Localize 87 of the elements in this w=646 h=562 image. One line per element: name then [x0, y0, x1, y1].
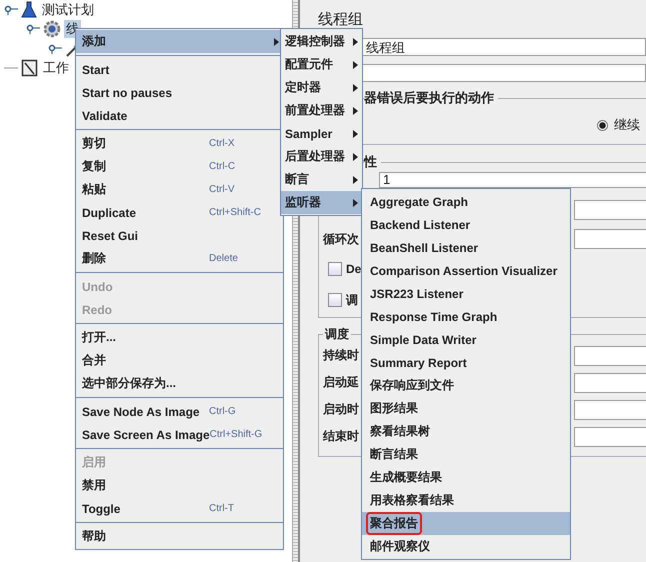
- flask-icon: [21, 0, 37, 19]
- field-label: 持续时: [323, 347, 360, 364]
- menu-item[interactable]: 剪切 Ctrl-X: [76, 132, 283, 155]
- comment-field[interactable]: [362, 64, 646, 82]
- menu-item[interactable]: Comparison Assertion Visualizer: [362, 259, 570, 282]
- shortcut-label: Delete: [209, 253, 239, 264]
- menu-item[interactable]: 选中部分保存为...: [76, 372, 283, 395]
- menu-item[interactable]: Simple Data Writer: [362, 328, 570, 351]
- field-label: 结束时: [323, 428, 360, 445]
- menu-item[interactable]: 断言: [281, 168, 362, 191]
- menu-item[interactable]: 聚合报告: [362, 512, 570, 535]
- menu-item[interactable]: BeanShell Listener: [362, 236, 570, 259]
- loop-field[interactable]: [574, 229, 646, 249]
- expand-handle-icon[interactable]: [48, 44, 62, 54]
- menu-item[interactable]: Validate: [76, 104, 283, 127]
- group-title: 器错误后要执行的动作: [364, 90, 495, 106]
- submenu-arrow-icon: [353, 38, 358, 46]
- menu-item[interactable]: 保存响应到文件: [362, 374, 570, 397]
- radio-button[interactable]: 继续: [597, 117, 640, 133]
- input-field[interactable]: [574, 346, 646, 366]
- expand-handle-icon[interactable]: [4, 4, 18, 15]
- menu-item[interactable]: 后置处理器: [281, 145, 362, 168]
- menu-item[interactable]: Backend Listener: [362, 213, 570, 236]
- panel-title: 线程组: [318, 10, 364, 30]
- menu-item[interactable]: 监听器: [281, 191, 362, 214]
- menu-item[interactable]: 删除 Delete: [76, 247, 283, 270]
- input-field[interactable]: [574, 426, 646, 446]
- menu-item[interactable]: 用表格察看结果: [362, 489, 570, 512]
- field-label: 循环次: [323, 230, 360, 248]
- menu-item[interactable]: 图形结果: [362, 397, 570, 420]
- menu-item[interactable]: 添加: [76, 30, 283, 53]
- checkbox[interactable]: 调: [328, 292, 358, 308]
- submenu-arrow-icon: [353, 84, 358, 92]
- menu-item[interactable]: Start no pauses: [76, 81, 283, 104]
- group-title: 调度: [324, 326, 350, 342]
- submenu-arrow-icon: [353, 106, 358, 114]
- menu-item[interactable]: 帮助: [76, 525, 283, 548]
- submenu-arrow-icon: [353, 198, 358, 206]
- shortcut-label: Ctrl-C: [209, 161, 236, 172]
- menu-item[interactable]: 打开...: [76, 326, 283, 349]
- threads-field[interactable]: 1: [379, 172, 646, 188]
- menu-item[interactable]: 禁用: [76, 474, 283, 497]
- menu-item[interactable]: Summary Report: [362, 351, 570, 374]
- menu-item[interactable]: Toggle Ctrl-T: [76, 497, 283, 520]
- menu-item[interactable]: Reset Gui: [76, 224, 283, 247]
- tree-node-label[interactable]: 工作: [41, 59, 71, 78]
- submenu-arrow-icon: [353, 130, 358, 138]
- menu-item[interactable]: Duplicate Ctrl+Shift-C: [76, 201, 283, 224]
- input-field[interactable]: [574, 372, 646, 392]
- tree-node-label[interactable]: 测试计划: [40, 0, 96, 19]
- menu-item[interactable]: 配置元件: [281, 53, 362, 76]
- menu-item[interactable]: Save Node As Image Ctrl-G: [76, 400, 283, 423]
- menu-item[interactable]: 断言结果: [362, 443, 570, 466]
- menu-item[interactable]: Start: [76, 58, 283, 81]
- shortcut-label: Ctrl-T: [209, 503, 235, 514]
- menu-item[interactable]: 逻辑控制器: [281, 30, 362, 53]
- expand-handle-icon[interactable]: [26, 24, 40, 34]
- menu-item[interactable]: 前置处理器: [281, 99, 362, 122]
- name-field[interactable]: 线程组: [362, 38, 646, 56]
- shortcut-label: Ctrl-X: [209, 138, 236, 149]
- group-title: 性: [364, 154, 378, 170]
- field-label: 启动时: [323, 401, 360, 418]
- notepad-icon: [21, 59, 38, 78]
- checkbox[interactable]: De: [328, 262, 362, 276]
- input-field[interactable]: [574, 400, 646, 420]
- menu-item[interactable]: 合并: [76, 349, 283, 372]
- shortcut-label: Ctrl+Shift-G: [210, 429, 264, 440]
- submenu-arrow-icon: [353, 60, 358, 68]
- menu-item[interactable]: Response Time Graph: [362, 305, 570, 328]
- field-label: 启动延: [323, 374, 360, 391]
- menu-item[interactable]: Sampler: [281, 122, 362, 145]
- menu-item[interactable]: JSR223 Listener: [362, 282, 570, 305]
- menu-item[interactable]: 邮件观察仪: [362, 535, 570, 558]
- menu-item[interactable]: Aggregate Graph: [362, 190, 570, 213]
- ramp-field[interactable]: [574, 200, 646, 220]
- menu-item[interactable]: 定时器: [281, 76, 362, 99]
- menu-item[interactable]: Save Screen As ImageCtrl+Shift-G: [76, 423, 283, 446]
- menu-item[interactable]: 复制 Ctrl-C: [76, 155, 283, 178]
- menu-item[interactable]: 生成概要结果: [362, 466, 570, 489]
- shortcut-label: Ctrl-V: [209, 184, 236, 195]
- menu-item[interactable]: 察看结果树: [362, 420, 570, 443]
- shortcut-label: Ctrl+Shift-C: [209, 207, 262, 218]
- submenu-arrow-icon: [353, 176, 358, 184]
- menu-item[interactable]: 粘贴 Ctrl-V: [76, 178, 283, 201]
- gear-icon: [43, 20, 61, 38]
- shortcut-label: Ctrl-G: [209, 406, 237, 417]
- submenu-arrow-icon: [353, 152, 358, 160]
